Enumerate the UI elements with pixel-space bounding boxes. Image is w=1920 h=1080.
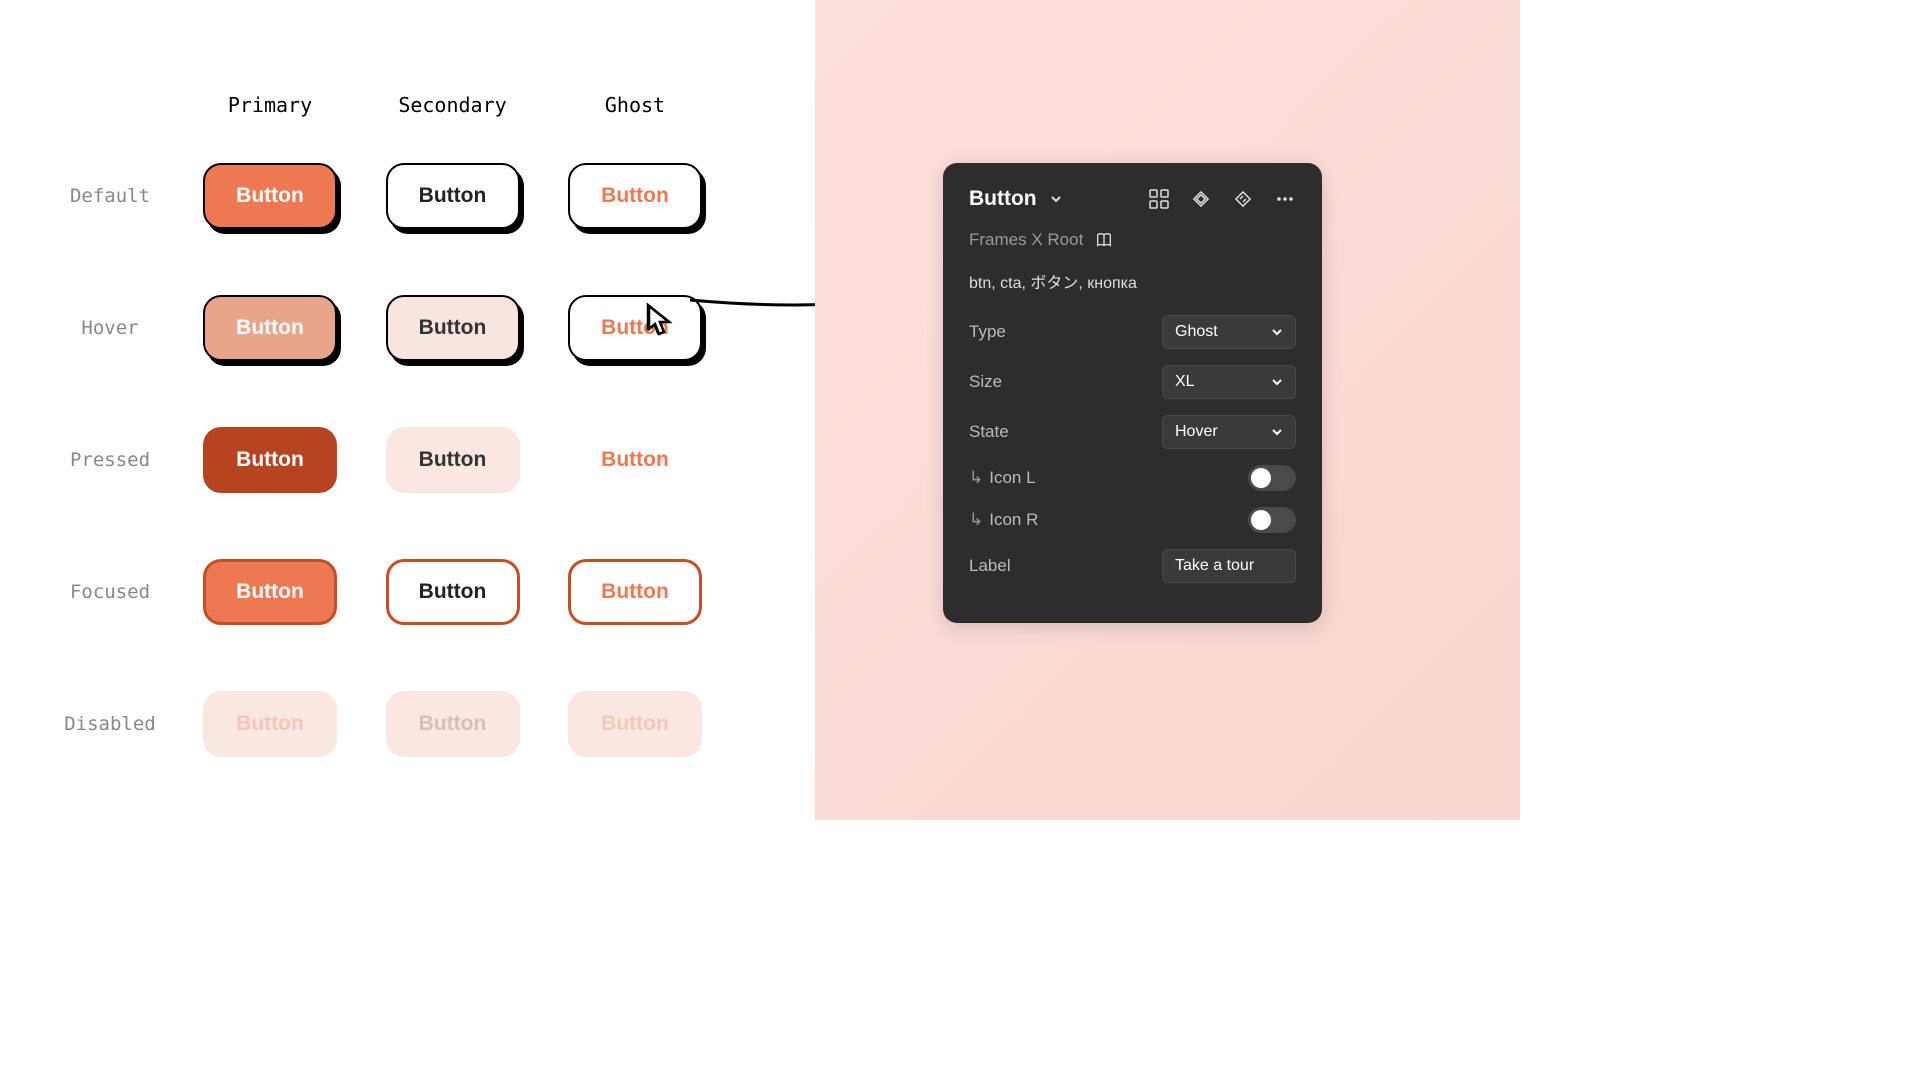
column-header-ghost: Ghost <box>545 93 725 117</box>
chevron-down-icon <box>1271 376 1283 388</box>
row-label-default: Default <box>40 185 180 207</box>
row-label-pressed: Pressed <box>40 449 180 471</box>
prop-icon-l-label: ↳Icon L <box>969 468 1036 488</box>
prop-size-label: Size <box>969 372 1002 392</box>
prop-type-label: Type <box>969 322 1006 342</box>
button-secondary-hover[interactable]: Button <box>386 295 520 361</box>
icon-r-toggle[interactable] <box>1248 507 1296 533</box>
button-ghost-pressed[interactable]: Button <box>568 427 702 493</box>
type-select[interactable]: Ghost <box>1162 315 1296 349</box>
chevron-down-icon <box>1271 426 1283 438</box>
column-header-primary: Primary <box>180 93 360 117</box>
chevron-down-icon[interactable] <box>1045 188 1067 210</box>
panel-title: Button <box>969 187 1037 211</box>
button-primary-focused[interactable]: Button <box>203 559 337 625</box>
label-input[interactable]: Take a tour <box>1162 549 1296 583</box>
button-ghost-default[interactable]: Button <box>568 163 702 229</box>
button-ghost-disabled: Button <box>568 691 702 757</box>
diamond-icon[interactable] <box>1190 188 1212 210</box>
button-secondary-focused[interactable]: Button <box>386 559 520 625</box>
component-grid-icon[interactable] <box>1148 188 1170 210</box>
size-select[interactable]: XL <box>1162 365 1296 399</box>
prop-label-label: Label <box>969 556 1011 576</box>
panel-subtitle[interactable]: Frames X Root <box>969 230 1083 250</box>
button-primary-hover[interactable]: Button <box>203 295 337 361</box>
book-icon[interactable] <box>1093 229 1115 251</box>
indent-icon: ↳ <box>969 510 983 529</box>
swap-icon[interactable] <box>1232 188 1254 210</box>
button-primary-default[interactable]: Button <box>203 163 337 229</box>
type-select-value: Ghost <box>1175 323 1218 341</box>
button-primary-pressed[interactable]: Button <box>203 427 337 493</box>
button-ghost-hover[interactable]: Button <box>568 295 702 361</box>
icon-l-toggle[interactable] <box>1248 465 1296 491</box>
indent-icon: ↳ <box>969 468 983 487</box>
size-select-value: XL <box>1175 373 1195 391</box>
button-matrix: Primary Secondary Ghost Default Button B… <box>40 80 725 790</box>
row-label-focused: Focused <box>40 581 180 603</box>
state-select[interactable]: Hover <box>1162 415 1296 449</box>
chevron-down-icon <box>1271 326 1283 338</box>
column-header-secondary: Secondary <box>360 93 545 117</box>
button-secondary-default[interactable]: Button <box>386 163 520 229</box>
button-primary-disabled: Button <box>203 691 337 757</box>
row-label-disabled: Disabled <box>40 713 180 735</box>
prop-state-label: State <box>969 422 1009 442</box>
more-icon[interactable] <box>1274 188 1296 210</box>
button-secondary-disabled: Button <box>386 691 520 757</box>
row-label-hover: Hover <box>40 317 180 339</box>
state-select-value: Hover <box>1175 423 1218 441</box>
panel-description: btn, cta, ボタン, кнопка <box>969 269 1296 293</box>
properties-panel: Button Frames X Root btn, cta, ボタン, <box>943 163 1322 623</box>
prop-icon-r-label: ↳Icon R <box>969 510 1038 530</box>
button-secondary-pressed[interactable]: Button <box>386 427 520 493</box>
button-states-grid-area: Primary Secondary Ghost Default Button B… <box>0 0 815 820</box>
button-ghost-focused[interactable]: Button <box>568 559 702 625</box>
